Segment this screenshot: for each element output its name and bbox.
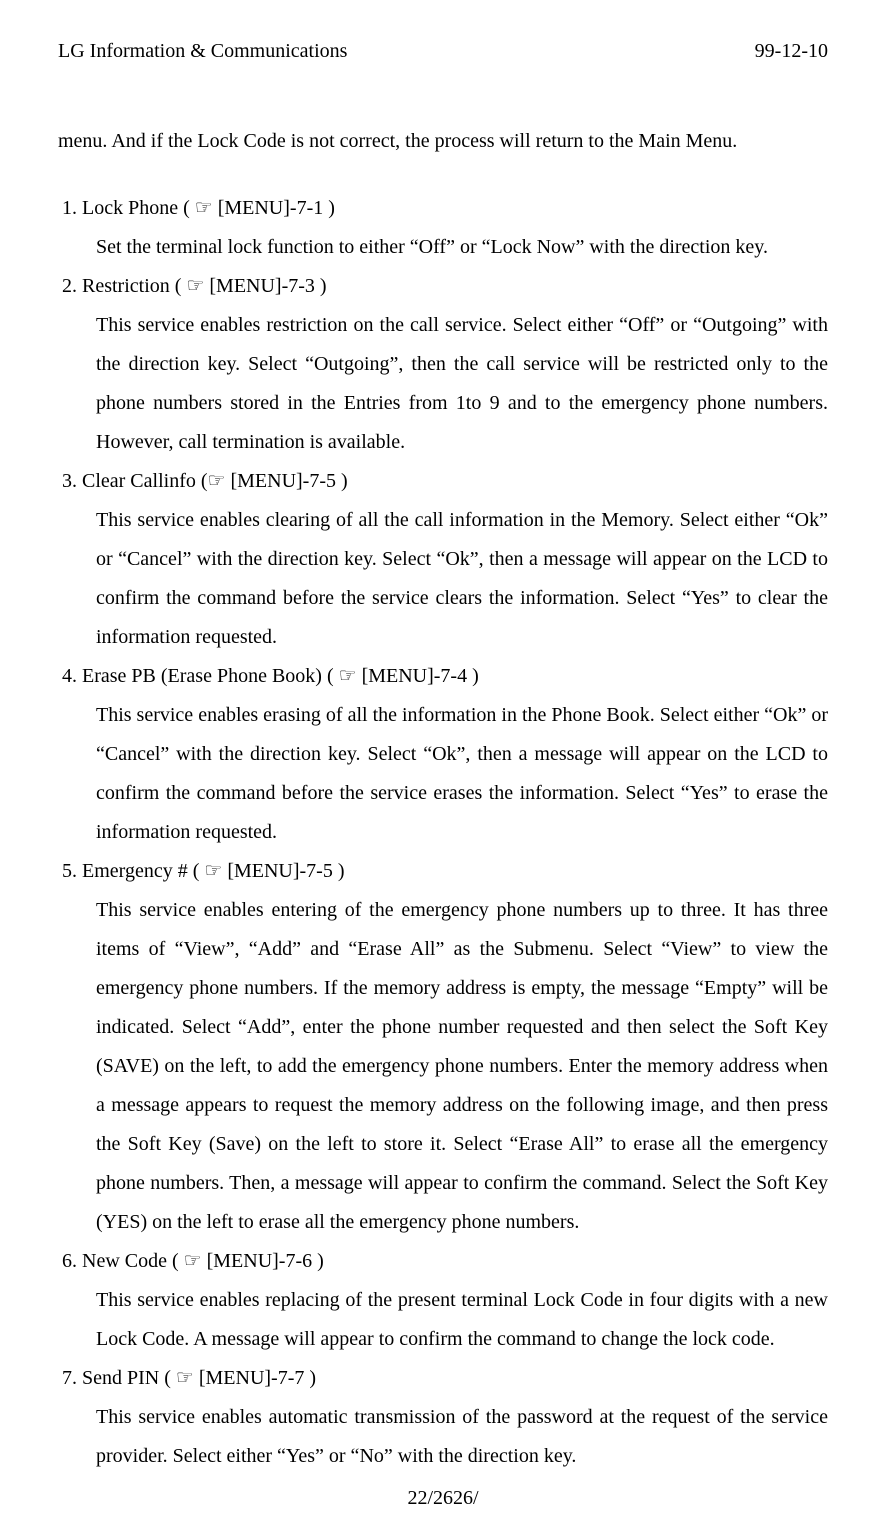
list-item: 4. Erase PB (Erase Phone Book) ( ☞ [MENU… bbox=[62, 657, 828, 852]
item-body: This service enables erasing of all the … bbox=[62, 696, 828, 852]
items-list: 1. Lock Phone ( ☞ [MENU]-7-1 ) Set the t… bbox=[58, 189, 828, 1476]
item-title: New Code bbox=[82, 1250, 167, 1272]
item-title: Clear Callinfo bbox=[82, 470, 196, 492]
item-menu: [MENU]-7-3 bbox=[209, 275, 315, 297]
item-menu: [MENU]-7-5 bbox=[230, 470, 336, 492]
item-heading: 3. Clear Callinfo (☞ [MENU]-7-5 ) bbox=[62, 462, 828, 501]
list-item: 3. Clear Callinfo (☞ [MENU]-7-5 ) This s… bbox=[62, 462, 828, 657]
item-title: Lock Phone bbox=[82, 197, 178, 219]
pointer-icon: ☞ bbox=[208, 470, 226, 492]
item-title: Send PIN bbox=[82, 1367, 159, 1389]
item-number: 2. bbox=[62, 275, 77, 297]
item-heading: 2. Restriction ( ☞ [MENU]-7-3 ) bbox=[62, 267, 828, 306]
list-item: 7. Send PIN ( ☞ [MENU]-7-7 ) This servic… bbox=[62, 1359, 828, 1476]
pointer-icon: ☞ bbox=[195, 197, 213, 219]
intro-paragraph: menu. And if the Lock Code is not correc… bbox=[58, 122, 828, 161]
page-header: LG Information & Communications 99-12-10 bbox=[58, 38, 828, 64]
pointer-icon: ☞ bbox=[184, 1250, 202, 1272]
item-body: This service enables clearing of all the… bbox=[62, 501, 828, 657]
item-heading: 7. Send PIN ( ☞ [MENU]-7-7 ) bbox=[62, 1359, 828, 1398]
list-item: 1. Lock Phone ( ☞ [MENU]-7-1 ) Set the t… bbox=[62, 189, 828, 267]
item-number: 1. bbox=[62, 197, 77, 219]
pointer-icon: ☞ bbox=[339, 665, 357, 687]
item-body: This service enables replacing of the pr… bbox=[62, 1281, 828, 1359]
item-body: This service enables automatic transmiss… bbox=[62, 1398, 828, 1476]
item-number: 5. bbox=[62, 860, 77, 882]
pointer-icon: ☞ bbox=[176, 1367, 194, 1389]
item-title: Emergency # bbox=[82, 860, 188, 882]
item-heading: 4. Erase PB (Erase Phone Book) ( ☞ [MENU… bbox=[62, 657, 828, 696]
item-number: 6. bbox=[62, 1250, 77, 1272]
item-title: Erase PB (Erase Phone Book) bbox=[82, 665, 322, 687]
item-menu: [MENU]-7-1 bbox=[218, 197, 324, 219]
item-menu: [MENU]-7-4 bbox=[362, 665, 468, 687]
item-number: 3. bbox=[62, 470, 77, 492]
pointer-icon: ☞ bbox=[204, 860, 222, 882]
item-number: 7. bbox=[62, 1367, 77, 1389]
item-title: Restriction bbox=[82, 275, 170, 297]
item-number: 4. bbox=[62, 665, 77, 687]
list-item: 2. Restriction ( ☞ [MENU]-7-3 ) This ser… bbox=[62, 267, 828, 462]
pointer-icon: ☞ bbox=[186, 275, 204, 297]
header-left: LG Information & Communications bbox=[58, 38, 347, 64]
page-footer: 22/2626/ bbox=[0, 1479, 886, 1518]
item-heading: 5. Emergency # ( ☞ [MENU]-7-5 ) bbox=[62, 852, 828, 891]
list-item: 5. Emergency # ( ☞ [MENU]-7-5 ) This ser… bbox=[62, 852, 828, 1242]
item-menu: [MENU]-7-5 bbox=[227, 860, 333, 882]
header-right: 99-12-10 bbox=[755, 38, 828, 64]
list-item: 6. New Code ( ☞ [MENU]-7-6 ) This servic… bbox=[62, 1242, 828, 1359]
item-body: This service enables restriction on the … bbox=[62, 306, 828, 462]
item-heading: 6. New Code ( ☞ [MENU]-7-6 ) bbox=[62, 1242, 828, 1281]
item-menu: [MENU]-7-6 bbox=[207, 1250, 313, 1272]
item-body: Set the terminal lock function to either… bbox=[62, 228, 828, 267]
item-menu: [MENU]-7-7 bbox=[199, 1367, 305, 1389]
item-heading: 1. Lock Phone ( ☞ [MENU]-7-1 ) bbox=[62, 189, 828, 228]
item-body: This service enables entering of the eme… bbox=[62, 891, 828, 1242]
